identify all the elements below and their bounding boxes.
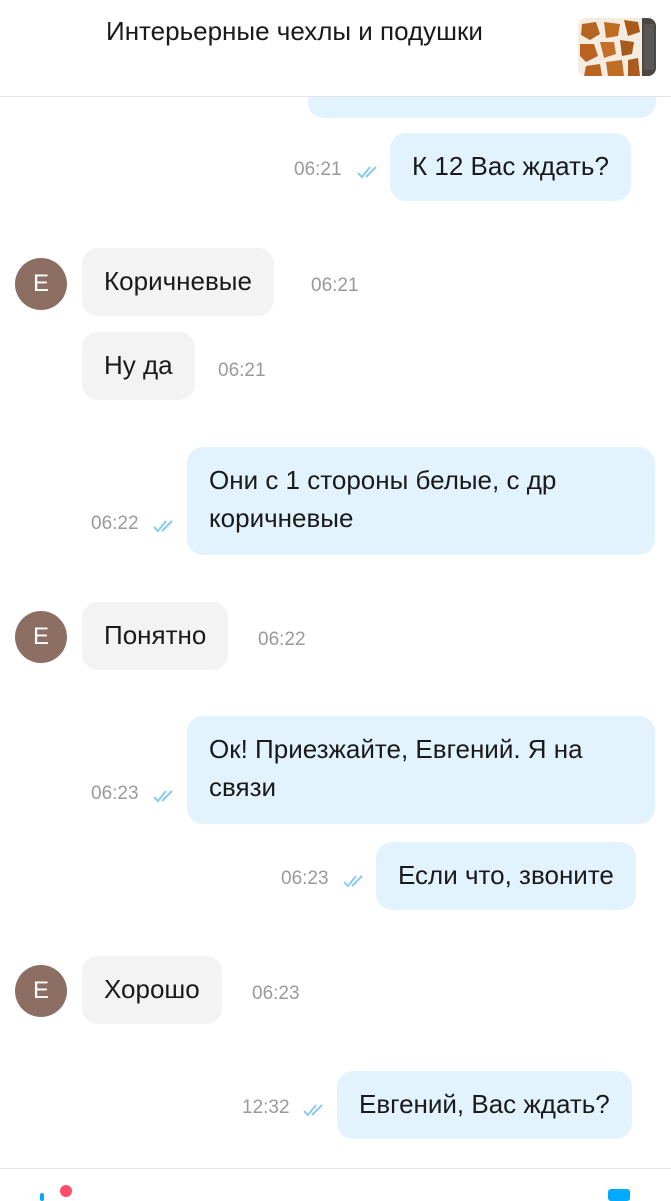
message-time: 06:21 bbox=[218, 360, 266, 381]
message-text: Коричневые bbox=[104, 266, 252, 296]
profile-notification-icon[interactable] bbox=[36, 1183, 80, 1201]
message-text: Понятно bbox=[104, 620, 207, 650]
message-bubble-incoming[interactable]: Ну да bbox=[82, 332, 195, 400]
message-time: 06:21 bbox=[294, 159, 342, 180]
avatar-letter: Е bbox=[32, 977, 49, 1004]
message-text: Ну да bbox=[104, 350, 173, 380]
message-text: Они с 1 стороны белые, с др коричневые bbox=[209, 465, 557, 533]
double-check-icon bbox=[153, 790, 173, 803]
message-time: 12:32 bbox=[242, 1097, 290, 1118]
message-bubble-incoming[interactable]: Хорошо bbox=[82, 956, 222, 1024]
message-time: 06:22 bbox=[258, 629, 306, 650]
avatar[interactable]: Е bbox=[15, 258, 67, 310]
chat-title[interactable]: Интерьерные чехлы и подушки bbox=[106, 12, 486, 50]
double-check-icon bbox=[343, 875, 363, 888]
double-check-icon bbox=[357, 166, 377, 179]
message-time: 06:23 bbox=[252, 983, 300, 1004]
avatar-letter: Е bbox=[32, 623, 49, 650]
message-time: 06:22 bbox=[91, 513, 139, 534]
chat-messages: 06:21 К 12 Вас ждать? Е Коричневые 06:21… bbox=[0, 0, 671, 1200]
message-bubble-incoming[interactable]: Понятно bbox=[82, 602, 229, 670]
message-bubble-incoming[interactable]: Коричневые bbox=[82, 248, 274, 316]
message-bubble-outgoing[interactable]: К 12 Вас ждать? bbox=[390, 133, 631, 201]
message-time: 06:21 bbox=[311, 275, 359, 296]
chat-header: Интерьерные чехлы и подушки bbox=[0, 0, 671, 97]
message-text: Ок! Приезжайте, Евгений. Я на связи bbox=[209, 734, 583, 802]
message-bubble-outgoing[interactable]: Они с 1 стороны белые, с др коричневые bbox=[187, 447, 655, 555]
avatar-letter: Е bbox=[32, 270, 49, 297]
listing-thumbnail[interactable] bbox=[578, 18, 656, 76]
message-text: Хорошо bbox=[104, 974, 200, 1004]
message-bubble-outgoing[interactable]: Ок! Приезжайте, Евгений. Я на связи bbox=[187, 716, 655, 824]
message-time: 06:23 bbox=[281, 868, 329, 889]
message-text: Евгений, Вас ждать? bbox=[359, 1089, 610, 1119]
giraffe-pattern-image bbox=[578, 18, 656, 76]
messages-icon[interactable] bbox=[606, 1187, 632, 1201]
message-text: К 12 Вас ждать? bbox=[412, 151, 609, 181]
bottom-navigation bbox=[0, 1168, 671, 1201]
double-check-icon bbox=[303, 1104, 323, 1117]
message-bubble-outgoing[interactable]: Евгений, Вас ждать? bbox=[337, 1071, 632, 1139]
message-bubble-outgoing[interactable]: Если что, звоните bbox=[376, 842, 636, 910]
avatar[interactable]: Е bbox=[15, 611, 67, 663]
message-text: Если что, звоните bbox=[398, 860, 614, 890]
double-check-icon bbox=[153, 520, 173, 533]
avatar[interactable]: Е bbox=[15, 965, 67, 1017]
message-time: 06:23 bbox=[91, 783, 139, 804]
